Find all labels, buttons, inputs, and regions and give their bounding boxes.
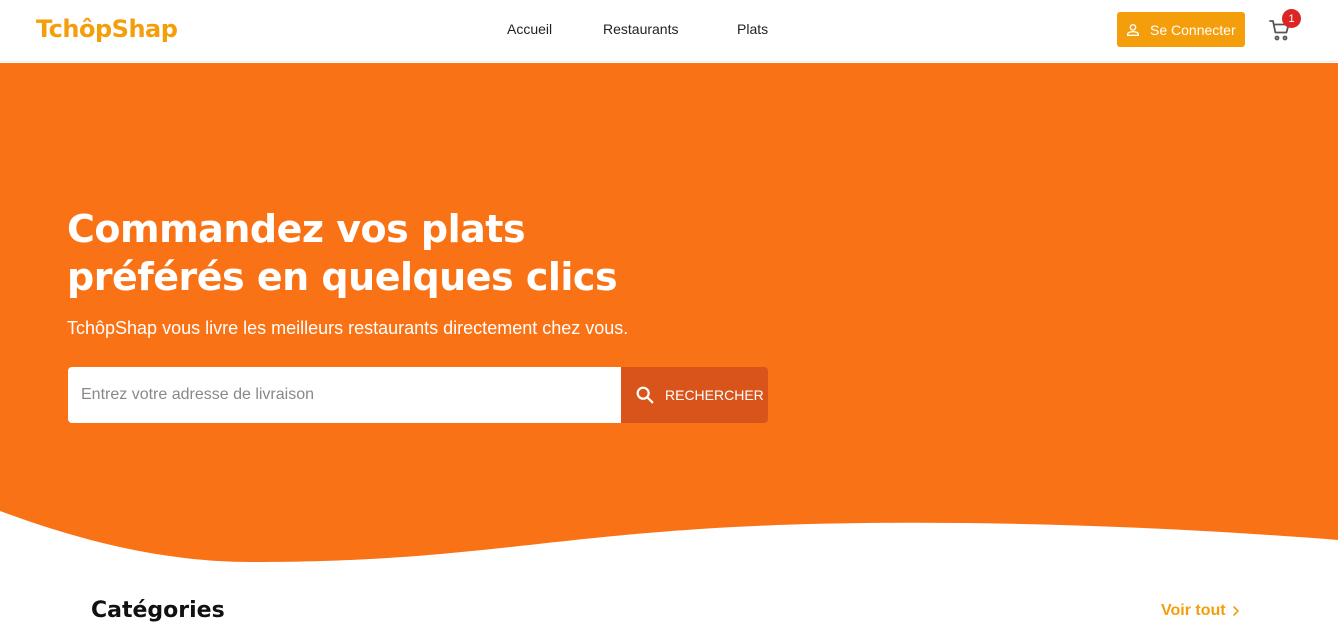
categories-title: Catégories xyxy=(91,598,225,623)
logo[interactable]: TchôpShap xyxy=(36,15,178,43)
search-button[interactable]: RECHERCHER xyxy=(621,367,768,423)
hero-subtitle: TchôpShap vous livre les meilleurs resta… xyxy=(67,318,629,338)
cart-count-badge: 1 xyxy=(1282,9,1301,28)
hero-banner: Commandez vos plats préférés en quelques… xyxy=(0,63,1338,563)
hero-background xyxy=(0,63,1338,562)
nav-link-restaurants[interactable]: Restaurants xyxy=(603,21,678,37)
chevron-right-icon xyxy=(1230,605,1242,617)
hero-title-line-1: Commandez vos plats xyxy=(67,207,526,251)
user-icon xyxy=(1125,22,1141,38)
nav-link-accueil[interactable]: Accueil xyxy=(507,21,552,37)
hero-title: Commandez vos plats préférés en quelques… xyxy=(67,205,687,301)
navbar: TchôpShap Accueil Restaurants Plats Se C… xyxy=(0,0,1338,62)
login-button[interactable]: Se Connecter xyxy=(1117,12,1245,47)
search-icon xyxy=(634,384,656,406)
search-button-label: RECHERCHER xyxy=(665,387,764,403)
see-all-link[interactable]: Voir tout xyxy=(1161,602,1242,620)
address-search-input[interactable] xyxy=(68,367,621,423)
nav-link-plats[interactable]: Plats xyxy=(737,21,768,37)
see-all-label: Voir tout xyxy=(1161,602,1226,619)
hero-title-line-2: préférés en quelques clics xyxy=(67,255,618,299)
login-button-label: Se Connecter xyxy=(1150,21,1236,38)
